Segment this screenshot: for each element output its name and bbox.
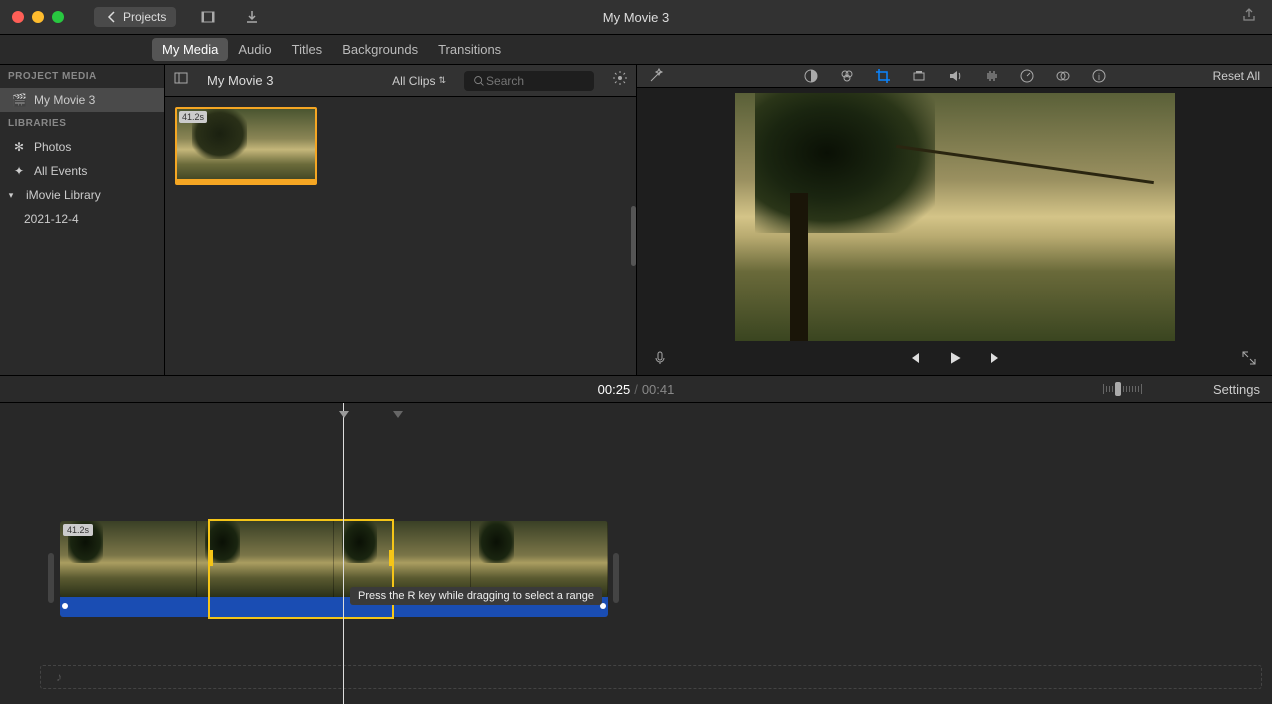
search-field[interactable]: [464, 71, 594, 91]
tab-my-media[interactable]: My Media: [152, 38, 228, 61]
fullscreen-button[interactable]: [1241, 350, 1257, 371]
sidebar: PROJECT MEDIA 🎬 My Movie 3 LIBRARIES ✻ P…: [0, 65, 165, 375]
window-title: My Movie 3: [603, 10, 669, 25]
sidebar-allevents-label: All Events: [34, 164, 87, 178]
import-icon[interactable]: [240, 5, 264, 29]
dropdown-icon: ⇅: [438, 75, 446, 86]
audio-drop-zone[interactable]: ♪: [40, 665, 1262, 689]
preview-viewport[interactable]: [637, 88, 1272, 346]
search-input[interactable]: [486, 74, 586, 88]
sidebar-item-project[interactable]: 🎬 My Movie 3: [0, 88, 164, 112]
track-handle-left[interactable]: [48, 553, 54, 603]
filter-label: All Clips: [392, 74, 435, 88]
fullscreen-window[interactable]: [52, 11, 64, 23]
sidebar-event-label: 2021-12-4: [24, 212, 79, 226]
volume-icon[interactable]: [946, 67, 964, 85]
sidebar-item-all-events[interactable]: ✦ All Events: [0, 159, 164, 183]
track-handle-right[interactable]: [613, 553, 619, 603]
prev-button[interactable]: [906, 350, 922, 371]
svg-text:i: i: [1098, 72, 1100, 82]
search-icon: [472, 73, 486, 89]
timeline-clip[interactable]: 41.2s: [60, 521, 608, 597]
browser-title: My Movie 3: [207, 73, 273, 88]
tab-audio[interactable]: Audio: [228, 38, 281, 61]
close-window[interactable]: [12, 11, 24, 23]
zoom-slider[interactable]: [1103, 382, 1142, 396]
timeline-clip-duration: 41.2s: [63, 524, 93, 536]
color-balance-icon[interactable]: [802, 67, 820, 85]
speed-icon[interactable]: [1018, 67, 1036, 85]
media-clip-thumbnail[interactable]: 41.2s: [175, 107, 317, 185]
stabilization-icon[interactable]: [910, 67, 928, 85]
clips-filter-dropdown[interactable]: All Clips ⇅: [392, 74, 446, 88]
film-strip-icon[interactable]: [196, 5, 220, 29]
info-icon[interactable]: i: [1090, 67, 1108, 85]
timeline-settings-button[interactable]: Settings: [1213, 382, 1260, 397]
titlebar: Projects My Movie 3: [0, 0, 1272, 35]
sidebar-header-libraries: LIBRARIES: [0, 112, 164, 135]
reset-all-button[interactable]: Reset All: [1213, 69, 1260, 83]
sidebar-library-label: iMovie Library: [26, 188, 101, 202]
total-time: 00:41: [642, 382, 675, 397]
music-icon: ♪: [56, 670, 62, 684]
media-browser: My Movie 3 All Clips ⇅ 41.2s: [165, 65, 637, 375]
voiceover-button[interactable]: [652, 350, 668, 371]
tab-titles[interactable]: Titles: [282, 38, 333, 61]
sidebar-toggle-icon[interactable]: [173, 70, 189, 91]
sidebar-header-project-media: PROJECT MEDIA: [0, 65, 164, 88]
clip-filter-icon[interactable]: [1054, 67, 1072, 85]
next-button[interactable]: [988, 350, 1004, 371]
magic-wand-icon[interactable]: [647, 67, 665, 85]
window-controls: [0, 11, 64, 23]
preview-toolbar: i Reset All: [637, 65, 1272, 88]
tab-backgrounds[interactable]: Backgrounds: [332, 38, 428, 61]
preview-pane: i Reset All: [637, 65, 1272, 375]
color-correction-icon[interactable]: [838, 67, 856, 85]
crop-icon[interactable]: [874, 67, 892, 85]
browser-body[interactable]: 41.2s: [165, 97, 636, 375]
zoom-knob[interactable]: [1115, 382, 1121, 396]
timeline[interactable]: 41.2s Press the R key while dragging to …: [0, 403, 1272, 704]
share-button[interactable]: [1241, 7, 1257, 27]
chevron-down-icon: ▾: [4, 190, 18, 201]
range-tooltip: Press the R key while dragging to select…: [350, 587, 602, 605]
preview-frame: [735, 93, 1175, 341]
current-time: 00:25: [598, 382, 631, 397]
sidebar-project-label: My Movie 3: [34, 93, 95, 107]
playback-controls: [637, 346, 1272, 375]
browser-header: My Movie 3 All Clips ⇅: [165, 65, 636, 97]
sidebar-photos-label: Photos: [34, 140, 71, 154]
back-to-projects-button[interactable]: Projects: [94, 7, 176, 27]
timecode-bar: 00:25 / 00:41 Settings: [0, 375, 1272, 403]
clapper-icon: 🎬: [12, 93, 26, 107]
sidebar-item-imovie-library[interactable]: ▾ iMovie Library: [0, 183, 164, 207]
star-icon: ✦: [12, 164, 26, 178]
chevron-left-icon: [104, 9, 120, 25]
photos-icon: ✻: [12, 140, 26, 154]
minimize-window[interactable]: [32, 11, 44, 23]
media-tabs: My Media Audio Titles Backgrounds Transi…: [0, 35, 1272, 65]
back-label: Projects: [123, 10, 166, 24]
play-button[interactable]: [947, 350, 963, 371]
tab-transitions[interactable]: Transitions: [428, 38, 511, 61]
sidebar-item-photos[interactable]: ✻ Photos: [0, 135, 164, 159]
marker-icon[interactable]: [393, 411, 403, 418]
playhead[interactable]: [343, 403, 344, 704]
gear-icon[interactable]: [612, 70, 628, 91]
noise-reduction-icon[interactable]: [982, 67, 1000, 85]
clip-duration-badge: 41.2s: [179, 111, 207, 123]
browser-scrollbar[interactable]: [631, 206, 636, 266]
sidebar-item-event[interactable]: 2021-12-4: [0, 207, 164, 231]
